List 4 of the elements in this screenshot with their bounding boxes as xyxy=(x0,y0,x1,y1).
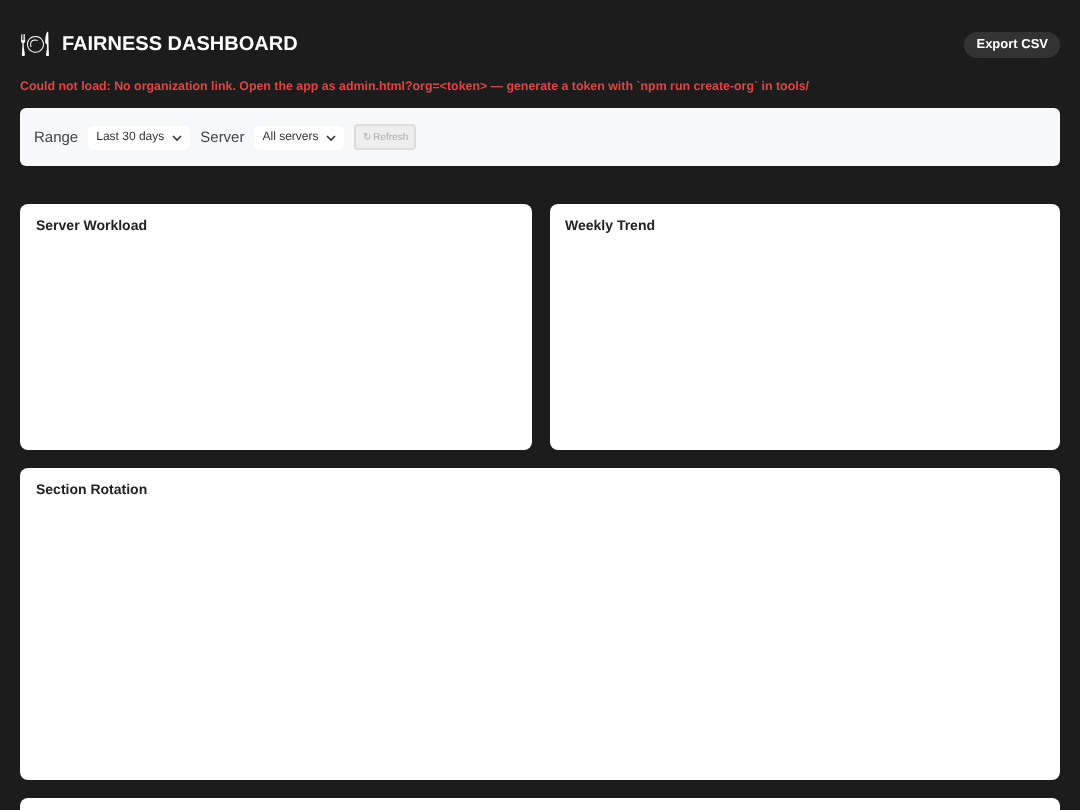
caret-icon xyxy=(326,133,337,141)
logo-icon: 🍽 xyxy=(20,32,50,56)
caret-icon xyxy=(172,133,183,141)
app-title: FAIRNESS DASHBOARD xyxy=(62,33,298,55)
